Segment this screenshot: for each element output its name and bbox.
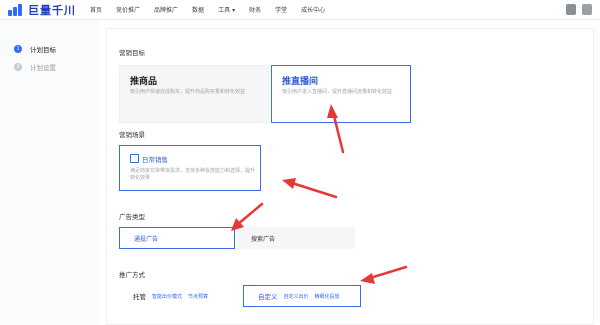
method-sub-1: 自定义出价 [283,293,309,300]
step-sidebar: 1 计划目标 2 计划设置 [0,20,100,325]
scene-card-daily-sales[interactable]: 日常销售 满足商家日常带货需求，支持多种投放能力和选择，提升转化效果 [119,145,261,191]
sidebar-item-plan-goal[interactable]: 1 计划目标 [0,40,100,58]
step-number-badge: 2 [14,63,22,71]
nav-item-home[interactable]: 首页 [90,5,102,14]
ad-type-general-option[interactable]: 通投广告 [119,227,235,249]
sidebar-item-plan-settings[interactable]: 2 计划设置 [0,58,100,76]
goal-card-desc: 吸引用户快速完成购买，提升商品购买量和转化效益 [130,89,246,95]
scene-card-title: 日常销售 [142,157,168,164]
plan-goal-panel: 营销目标 推商品 吸引用户快速完成购买，提升商品购买量和转化效益 推直播间 吸引… [106,28,594,325]
notification-icon[interactable] [582,4,592,15]
ad-type-search-option[interactable]: 搜索广告 [237,227,355,249]
calendar-icon [130,154,139,163]
goal-card-title: 推直播间 [282,76,319,86]
main-nav: 首页 竞价推广 品牌推广 数据 工具 财务 学堂 成长中心 [90,5,339,14]
document-icon[interactable] [566,4,576,15]
top-navigation-bar: 巨量千川 首页 竞价推广 品牌推广 数据 工具 财务 学堂 成长中心 [0,0,600,20]
nav-item-tools[interactable]: 工具 [218,5,235,14]
nav-item-growth[interactable]: 成长中心 [301,5,325,14]
method-label: 托管 [133,294,146,301]
goal-card-live-room[interactable]: 推直播间 吸引用户进入直播间，提升直播间流量和转化效益 [271,65,411,123]
goal-card-desc: 吸引用户进入直播间，提升直播间流量和转化效益 [282,89,393,95]
marketing-goal-title: 营销目标 [119,50,145,57]
nav-item-brand[interactable]: 品牌推广 [154,5,178,14]
ad-type-title: 广告类型 [119,214,145,221]
goal-card-product[interactable]: 推商品 吸引用户快速完成购买，提升商品购买量和转化效益 [119,65,269,123]
method-option-custom[interactable]: 自定义 自定义出价 精细化投放 [243,285,361,307]
goal-card-title: 推商品 [130,76,158,86]
marketing-scene-title: 营销场景 [119,132,145,139]
scene-card-desc: 满足商家日常带货需求，支持多种投放能力和选择，提升转化效果 [130,168,256,181]
method-sub-1: 智能出价模式 [152,293,183,300]
nav-item-bidding[interactable]: 竞价推广 [116,5,140,14]
nav-item-academy[interactable]: 学堂 [275,5,287,14]
nav-item-data[interactable]: 数据 [192,5,204,14]
sidebar-item-label: 计划目标 [30,47,56,54]
promotion-method-title: 推广方式 [119,272,145,279]
logo-icon [8,3,24,16]
method-option-managed[interactable]: 托管 智能出价模式 节点预算 [119,285,239,307]
step-number-badge: 1 [14,45,22,53]
logo[interactable]: 巨量千川 [8,0,76,20]
nav-item-finance[interactable]: 财务 [249,5,261,14]
top-right-icons [560,4,592,15]
method-sub-2: 精细化投放 [314,293,340,300]
method-sub-2: 节点预算 [188,293,209,300]
logo-text: 巨量千川 [28,4,76,17]
sidebar-item-label: 计划设置 [30,65,56,72]
method-label: 自定义 [258,294,278,301]
